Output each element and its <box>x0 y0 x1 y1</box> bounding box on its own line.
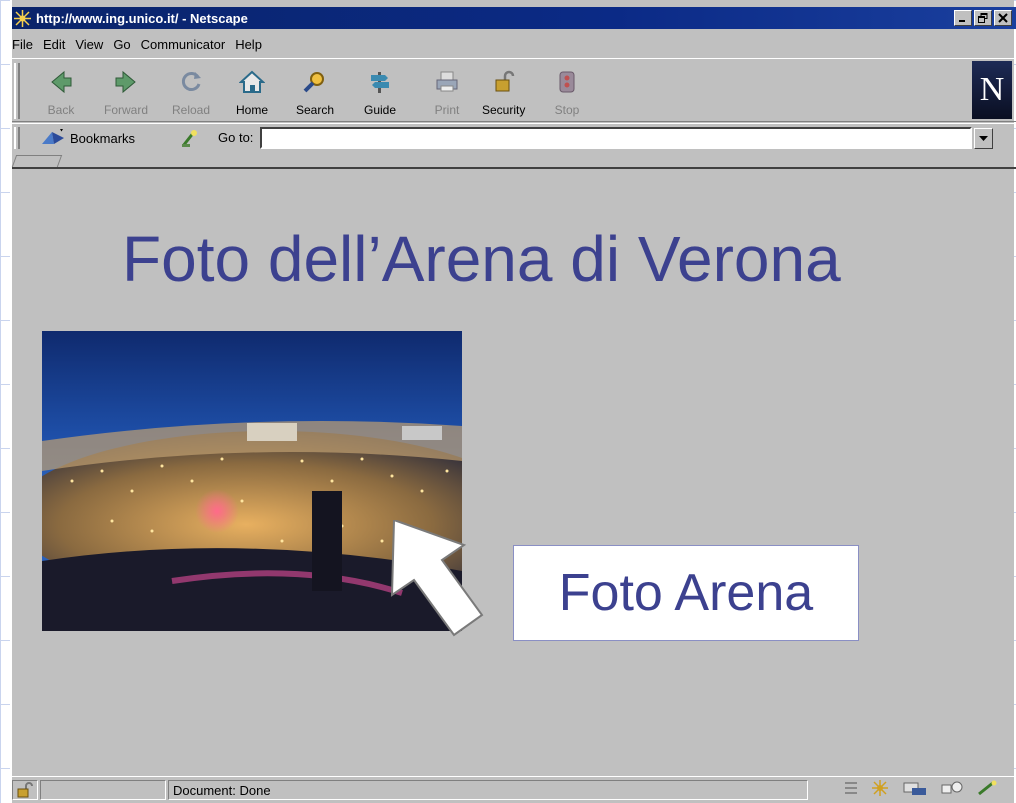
home-icon <box>237 67 267 97</box>
menu-help[interactable]: Help <box>235 37 262 52</box>
bookmarks-label: Bookmarks <box>70 130 136 146</box>
reload-label: Reload <box>172 103 211 117</box>
toolbar-grip[interactable] <box>14 63 20 119</box>
menu-go[interactable]: Go <box>113 37 130 52</box>
menu-file[interactable]: File <box>12 37 33 52</box>
stop-button[interactable]: Stop <box>552 63 582 119</box>
menu-communicator[interactable]: Communicator <box>141 37 226 52</box>
forward-arrow-icon <box>111 67 141 97</box>
composer-icon[interactable] <box>976 779 1000 797</box>
reload-button[interactable]: Reload <box>172 63 210 119</box>
search-label: Search <box>296 103 335 117</box>
close-icon <box>998 13 1008 23</box>
security-button[interactable]: Security <box>482 63 525 119</box>
status-bar: Document: Done <box>12 776 1016 803</box>
component-bar-grip-icon[interactable] <box>844 780 858 796</box>
navigator-icon[interactable] <box>870 779 890 797</box>
location-toolbar: Bookmarks Go to: <box>12 123 1016 153</box>
home-button[interactable]: Home <box>236 63 268 119</box>
print-label: Print <box>434 103 460 117</box>
security-status-cell[interactable] <box>12 780 38 800</box>
status-text-cell: Document: Done <box>168 780 808 800</box>
forward-button[interactable]: Forward <box>104 63 148 119</box>
progress-cell <box>40 780 166 800</box>
title-bar[interactable]: http://www.ing.unico.it/ - Netscape <box>12 7 1016 29</box>
stop-label: Stop <box>554 103 580 117</box>
discussion-groups-icon[interactable] <box>940 779 964 797</box>
location-grip[interactable] <box>14 127 20 149</box>
minimize-icon <box>959 20 965 22</box>
guide-label: Guide <box>364 103 397 117</box>
netscape-logo-letter: N <box>979 71 1005 108</box>
guide-button[interactable]: Guide <box>364 63 396 119</box>
back-arrow-icon <box>46 67 76 97</box>
lock-icon <box>489 67 519 97</box>
stop-icon <box>552 67 582 97</box>
security-label: Security <box>482 103 526 117</box>
toolbar-expand-tab[interactable] <box>11 155 63 167</box>
mail-icon[interactable] <box>902 779 928 797</box>
page-content: Foto dell’Arena di Verona Foto Arena <box>14 170 1014 772</box>
url-dropdown-button[interactable] <box>974 128 993 149</box>
navigation-toolbar: Back Forward Reload Home Search Guide Pr… <box>12 58 1016 122</box>
goto-label: Go to: <box>218 130 254 145</box>
forward-label: Forward <box>104 103 149 117</box>
photo-caption-text: Foto Arena <box>558 564 814 622</box>
home-label: Home <box>236 103 269 117</box>
search-button[interactable]: Search <box>296 63 334 119</box>
menu-view[interactable]: View <box>75 37 103 52</box>
url-input[interactable] <box>260 127 972 149</box>
print-button[interactable]: Print <box>432 63 462 119</box>
browser-window: http://www.ing.unico.it/ - Netscape File… <box>10 0 1016 803</box>
restore-button[interactable] <box>974 10 992 26</box>
menu-edit[interactable]: Edit <box>43 37 65 52</box>
bookmarks-icon <box>42 129 64 144</box>
close-button[interactable] <box>994 10 1012 26</box>
back-label: Back <box>47 103 75 117</box>
collapsed-toolbar-strip <box>11 153 1016 169</box>
search-icon <box>300 67 330 97</box>
restore-icon <box>978 13 988 23</box>
page-title: Foto dell’Arena di Verona <box>122 223 841 295</box>
status-text: Document: Done <box>173 783 271 798</box>
guide-icon <box>365 67 395 97</box>
component-bar <box>844 779 1000 797</box>
bookmarks-button[interactable]: Bookmarks <box>40 128 135 148</box>
back-button[interactable]: Back <box>46 63 76 119</box>
reload-icon <box>176 67 206 97</box>
arrow-pointer-icon <box>390 520 484 637</box>
chevron-down-icon <box>979 136 988 141</box>
menu-bar: File Edit View Go Communicator Help <box>12 33 264 55</box>
window-title: http://www.ing.unico.it/ - Netscape <box>36 10 248 26</box>
lock-icon <box>17 782 33 798</box>
print-icon <box>432 67 462 97</box>
photo-caption: Foto Arena <box>513 545 859 641</box>
minimize-button[interactable] <box>954 10 972 26</box>
netscape-logo[interactable]: N <box>972 61 1012 119</box>
netscape-app-icon <box>14 9 31 27</box>
page-proxy-icon[interactable] <box>180 129 200 152</box>
